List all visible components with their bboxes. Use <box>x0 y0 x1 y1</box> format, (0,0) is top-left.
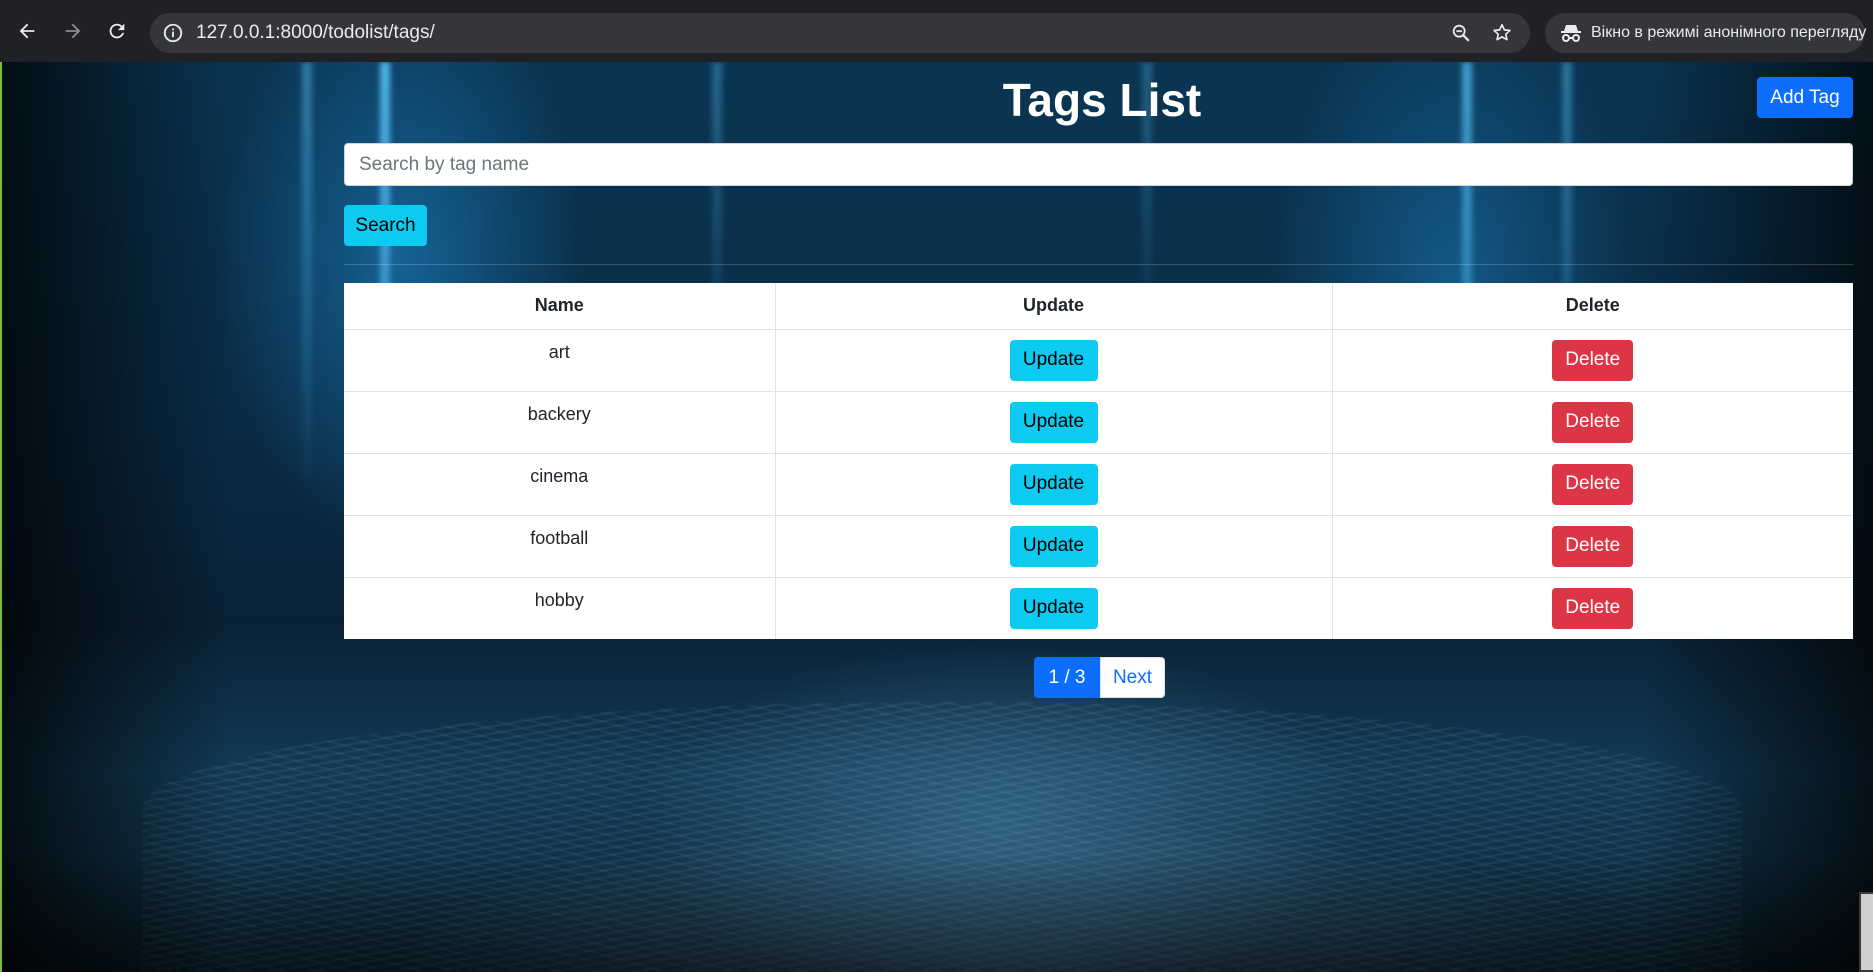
tag-name: art <box>344 329 776 392</box>
reload-icon <box>109 23 125 39</box>
add-tag-button[interactable]: Add Tag <box>1757 77 1853 118</box>
table-row: hobby Update Delete <box>344 577 1853 639</box>
forward-button[interactable] <box>56 14 90 48</box>
update-cell: Update <box>775 577 1333 639</box>
current-page-indicator: 1 / 3 <box>1034 657 1100 698</box>
table-header-row: Name Update Delete <box>344 283 1853 330</box>
update-cell: Update <box>775 329 1333 392</box>
update-cell: Update <box>775 391 1333 454</box>
delete-cell: Delete <box>1332 453 1853 516</box>
search-input[interactable] <box>344 143 1853 186</box>
update-button[interactable]: Update <box>1009 463 1098 505</box>
arrow-right-icon <box>65 23 81 39</box>
column-header-name: Name <box>344 283 776 330</box>
delete-button[interactable]: Delete <box>1552 587 1634 629</box>
tag-name: hobby <box>344 577 776 639</box>
pagination: 1 / 3 Next <box>1034 657 1165 698</box>
table-row: cinema Update Delete <box>344 453 1853 516</box>
divider <box>344 264 1853 265</box>
tags-table: Name Update Delete art Update Delete bac… <box>344 283 1853 639</box>
search-button[interactable]: Search <box>344 205 427 246</box>
delete-cell: Delete <box>1332 329 1853 392</box>
delete-cell: Delete <box>1332 577 1853 639</box>
tag-name: cinema <box>344 453 776 516</box>
update-cell: Update <box>775 515 1333 578</box>
incognito-label: Вікно в режимі анонімного перегляду <box>1591 24 1867 41</box>
tag-name: football <box>344 515 776 578</box>
table-row: backery Update Delete <box>344 391 1853 454</box>
incognito-icon <box>1561 25 1581 42</box>
delete-button[interactable]: Delete <box>1552 463 1634 505</box>
browser-toolbar: 127.0.0.1:8000/todolist/tags/ Вікно в ре… <box>0 0 1873 62</box>
update-button[interactable]: Update <box>1009 587 1098 629</box>
page-title: Tags List <box>1002 74 1202 126</box>
update-button[interactable]: Update <box>1009 339 1098 381</box>
delete-cell: Delete <box>1332 391 1853 454</box>
bookmark-star-icon[interactable] <box>1491 22 1513 44</box>
scrollbar-thumb[interactable] <box>1859 892 1873 972</box>
update-button[interactable]: Update <box>1009 401 1098 443</box>
address-bar[interactable]: 127.0.0.1:8000/todolist/tags/ <box>150 13 1530 53</box>
tag-name: backery <box>344 391 776 454</box>
arrow-left-icon <box>19 23 35 39</box>
table-row: art Update Delete <box>344 329 1853 392</box>
column-header-delete: Delete <box>1332 283 1853 330</box>
table-row: football Update Delete <box>344 515 1853 578</box>
page-viewport: Tags List Add Tag Search Name Update Del… <box>2 62 1873 972</box>
reload-button[interactable] <box>100 14 134 48</box>
site-info-icon[interactable] <box>162 22 184 44</box>
delete-button[interactable]: Delete <box>1552 339 1634 381</box>
incognito-indicator[interactable]: Вікно в режимі анонімного перегляду <box>1545 13 1867 53</box>
delete-button[interactable]: Delete <box>1552 525 1634 567</box>
url-text: 127.0.0.1:8000/todolist/tags/ <box>196 22 435 43</box>
zoom-icon[interactable] <box>1450 22 1472 44</box>
back-button[interactable] <box>10 14 44 48</box>
next-page-link[interactable]: Next <box>1100 657 1165 698</box>
column-header-update: Update <box>775 283 1333 330</box>
update-cell: Update <box>775 453 1333 516</box>
delete-button[interactable]: Delete <box>1552 401 1634 443</box>
delete-cell: Delete <box>1332 515 1853 578</box>
update-button[interactable]: Update <box>1009 525 1098 567</box>
